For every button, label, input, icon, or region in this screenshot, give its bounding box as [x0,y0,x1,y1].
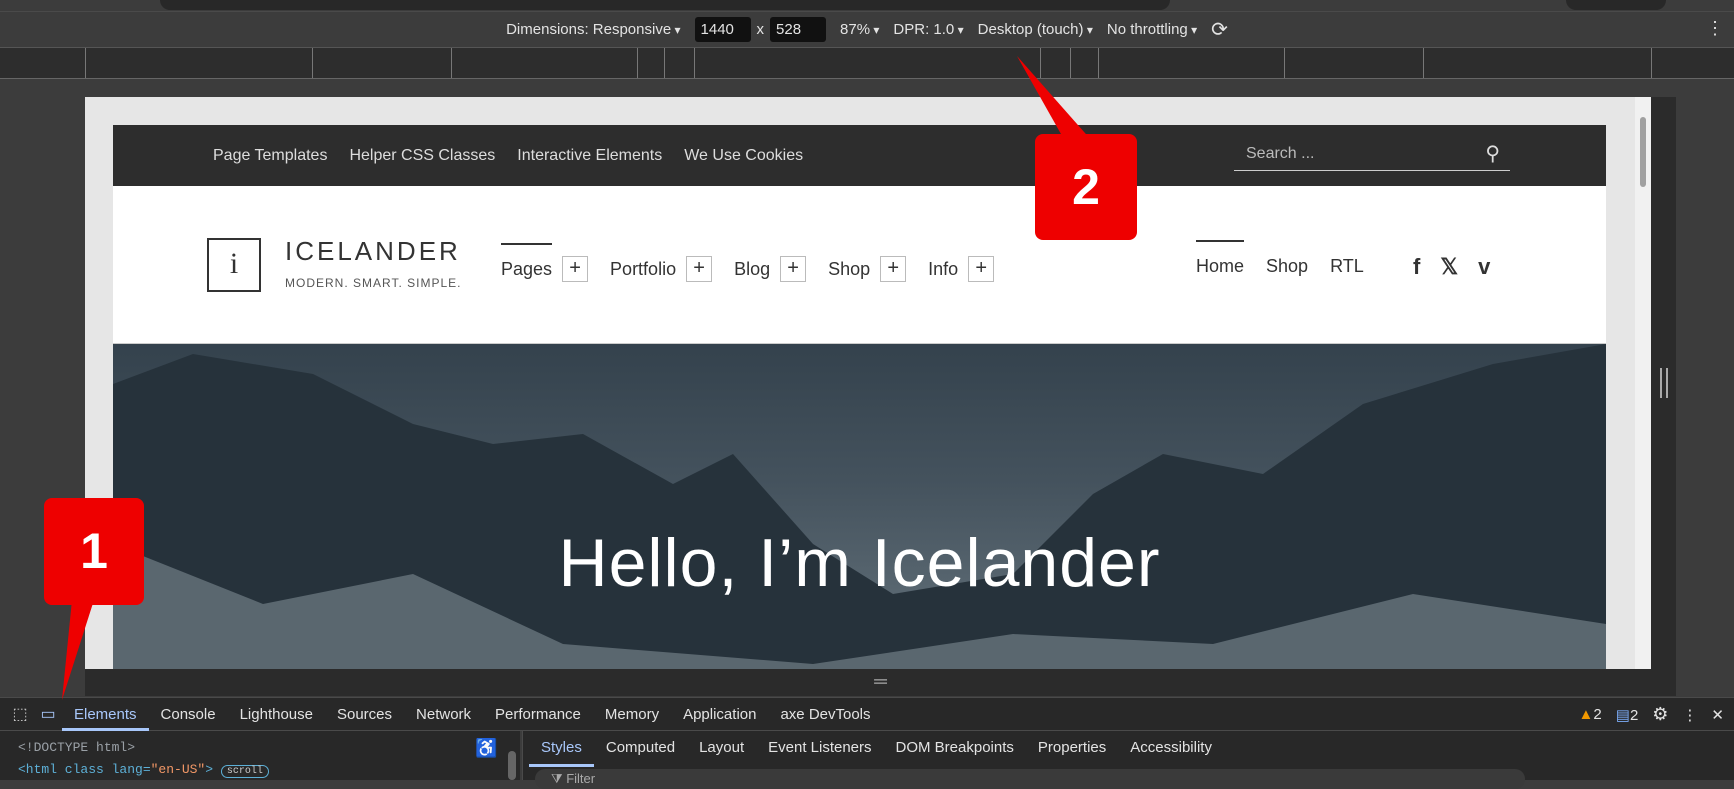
callout-1: 1 [44,498,144,605]
annotation-arrows [62,56,1100,700]
callout-2: 2 [1035,134,1137,240]
callout-1-arrow [62,600,94,700]
